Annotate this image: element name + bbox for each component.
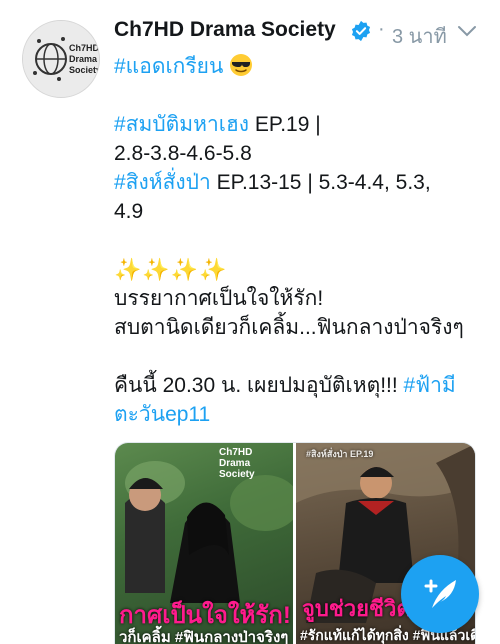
tweet-text: #แอดเกรียน #สมบัติมหาเฮง EP.19 | 2.8-3.8… — [114, 52, 486, 429]
svg-text:Ch7HD: Ch7HD — [69, 43, 100, 53]
compose-tweet-button[interactable] — [401, 555, 479, 633]
ratings-text: 4.9 — [114, 200, 144, 223]
compose-tweet-icon — [424, 579, 456, 608]
avatar-logo-icon: Ch7HD Drama Society — [23, 21, 100, 97]
tweet-line: คืนนี้ 20.30 น. เผยปมอุบัติเหตุ!!! — [114, 374, 404, 397]
hashtag-link[interactable]: #สิงห์สั่งป่า — [114, 171, 211, 194]
tweet-header: Ch7HD Drama Society · 3 นาที — [114, 16, 484, 48]
tweet-line: บรรยากาศเป็นใจให้รัก! — [114, 287, 324, 310]
separator-dot: · — [378, 18, 385, 40]
svg-text:Drama: Drama — [69, 54, 98, 64]
account-name[interactable]: Ch7HD Drama Society — [114, 18, 336, 42]
photo-top-label: #สิงห์สั่งป่า EP.19 — [306, 449, 374, 459]
hashtag-link-continued[interactable]: ตะวันep11 — [114, 400, 486, 429]
tweet-line: สบตานิดเดียวก็เคลิ้ม...ฟินกลางป่าจริงๆ — [114, 316, 464, 339]
ratings-text: 2.8-3.8-4.6-5.8 — [114, 142, 252, 165]
episode-text: EP.19 | — [249, 113, 321, 136]
account-avatar[interactable]: Ch7HD Drama Society — [22, 20, 100, 98]
episode-text: EP.13-15 | 5.3-4.4, 5.3, — [210, 171, 431, 194]
verified-badge-icon — [351, 20, 371, 42]
tweet-time[interactable]: 3 นาที — [392, 20, 447, 52]
chevron-down-icon[interactable] — [457, 24, 477, 38]
sunglasses-emoji-icon — [230, 54, 253, 76]
hashtag-link[interactable]: #ฟ้ามี — [404, 374, 456, 397]
tweet: Ch7HD Drama Society Ch7HD Drama Society … — [0, 0, 500, 644]
photo-subcaption: วก็เคลิ้ม #ฟินกลางป่าจริงๆ — [119, 629, 289, 644]
hashtag-link[interactable]: #แอดเกรียน — [114, 55, 223, 78]
media-photo-1[interactable]: Ch7HD Drama Society กาศเป็นใจให้รัก! วก็… — [115, 443, 293, 644]
svg-text:Society: Society — [69, 65, 100, 75]
photo-logo: Ch7HD Drama Society — [219, 447, 255, 480]
hashtag-link[interactable]: #สมบัติมหาเฮง — [114, 113, 249, 136]
sparkles-emoji: ✨✨✨✨ — [114, 257, 228, 282]
